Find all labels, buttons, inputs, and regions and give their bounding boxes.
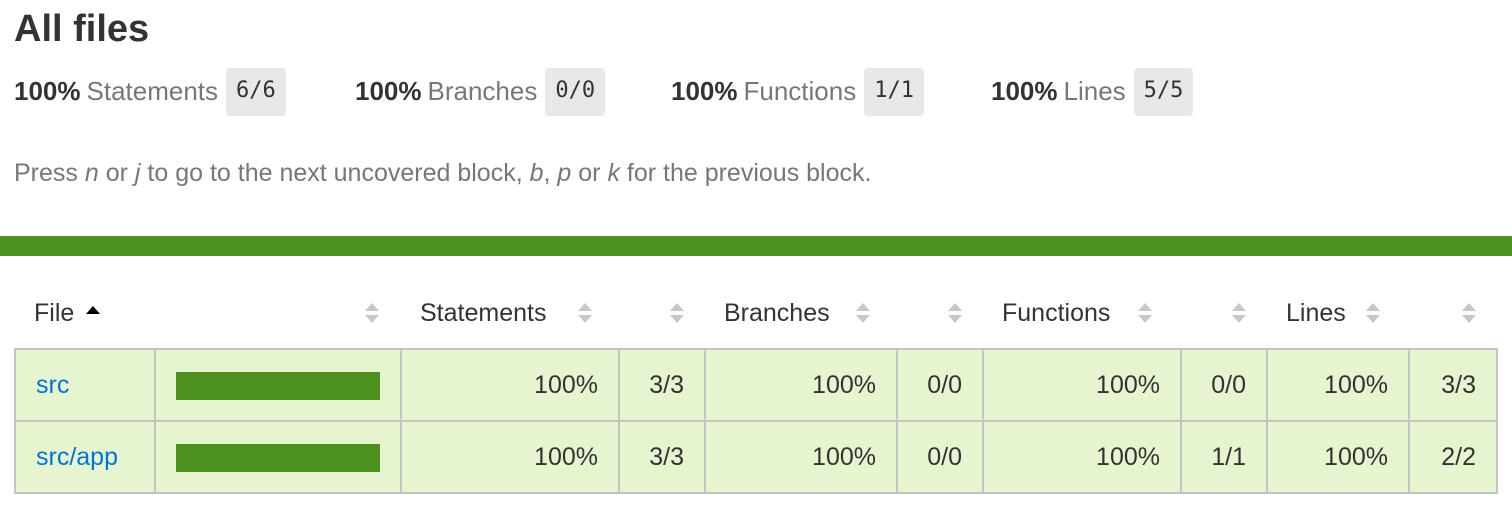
sort-ascending-icon <box>86 306 101 315</box>
key-hint: k <box>607 159 620 187</box>
file-link[interactable]: src/app <box>36 443 118 471</box>
coverage-bar-fill <box>176 444 380 472</box>
branches-pct-cell: 100% <box>704 420 898 494</box>
header-functions[interactable]: Functions <box>1002 290 1110 338</box>
sort-icon[interactable] <box>1366 302 1380 326</box>
header-branches-label: Branches <box>724 299 830 327</box>
branches-pct-cell: 100% <box>704 348 898 422</box>
summary-functions: 100% Functions 1/1 <box>671 68 924 116</box>
header-lines[interactable]: Lines <box>1286 290 1346 338</box>
sort-icon[interactable] <box>670 302 684 326</box>
help-text: or <box>571 159 608 187</box>
coverage-bar-fill <box>176 372 380 400</box>
coverage-bar <box>176 372 380 400</box>
help-text: , <box>543 159 558 187</box>
statements-frac-cell: 3/3 <box>618 348 706 422</box>
sort-icon[interactable] <box>948 302 962 326</box>
header-functions-label: Functions <box>1002 299 1111 327</box>
help-text: Press <box>14 159 85 187</box>
header-statements-label: Statements <box>420 299 547 327</box>
file-cell: src <box>14 348 156 422</box>
branches-frac-cell: 0/0 <box>896 420 984 494</box>
functions-frac-cell: 0/0 <box>1180 348 1268 422</box>
summary-lines: 100% Lines 5/5 <box>991 68 1194 116</box>
sort-icon[interactable] <box>1232 302 1246 326</box>
lines-frac-cell: 2/2 <box>1408 420 1498 494</box>
summary-percent: 100% <box>355 76 422 106</box>
header-statements[interactable]: Statements <box>420 290 546 338</box>
summary-percent: 100% <box>991 76 1058 106</box>
summary-percent: 100% <box>671 76 738 106</box>
coverage-bar-cell <box>154 348 402 422</box>
summary-branches: 100% Branches 0/0 <box>355 68 606 116</box>
summary-fraction: 6/6 <box>226 68 286 116</box>
summary-label: Statements <box>86 76 219 106</box>
file-cell: src/app <box>14 420 156 494</box>
page-title: All files <box>14 8 150 50</box>
statements-frac-cell: 3/3 <box>618 420 706 494</box>
statements-pct-cell: 100% <box>400 420 620 494</box>
sort-icon[interactable] <box>365 302 379 326</box>
file-link[interactable]: src <box>36 371 69 399</box>
coverage-bar-cell <box>154 420 402 494</box>
key-hint: p <box>557 159 572 187</box>
help-text: or <box>98 159 135 187</box>
help-text: to go to the next uncovered block, <box>140 159 530 187</box>
summary-statements: 100% Statements 6/6 <box>14 68 286 116</box>
key-hint: b <box>529 159 544 187</box>
summary-label: Functions <box>743 76 857 106</box>
sort-icon[interactable] <box>1138 302 1152 326</box>
statements-pct-cell: 100% <box>400 348 620 422</box>
functions-pct-cell: 100% <box>982 348 1182 422</box>
coverage-status-bar <box>0 236 1512 256</box>
key-hint: n <box>84 159 99 187</box>
summary-fraction: 5/5 <box>1133 68 1194 116</box>
summary-fraction: 0/0 <box>545 68 606 116</box>
sort-icon[interactable] <box>856 302 870 326</box>
functions-pct-cell: 100% <box>982 420 1182 494</box>
header-branches[interactable]: Branches <box>724 290 830 338</box>
lines-pct-cell: 100% <box>1266 348 1410 422</box>
branches-frac-cell: 0/0 <box>896 348 984 422</box>
table-row: src/app 100% 3/3 100% 0/0 100% 1/1 100% … <box>14 420 1498 494</box>
sort-icon[interactable] <box>1462 302 1476 326</box>
summary-label: Lines <box>1063 76 1126 106</box>
lines-frac-cell: 3/3 <box>1408 348 1498 422</box>
help-text: for the previous block. <box>619 159 872 187</box>
summary-fraction: 1/1 <box>864 68 924 116</box>
functions-frac-cell: 1/1 <box>1180 420 1268 494</box>
header-file[interactable]: File <box>34 290 101 338</box>
sort-icon[interactable] <box>578 302 592 326</box>
lines-pct-cell: 100% <box>1266 420 1410 494</box>
table-row: src 100% 3/3 100% 0/0 100% 0/0 100% 3/3 <box>14 348 1498 422</box>
header-file-label: File <box>34 299 75 327</box>
table-header: File Statements Branches Functions Lines <box>14 290 1498 338</box>
coverage-bar <box>176 444 380 472</box>
summary-label: Branches <box>427 76 538 106</box>
summary-percent: 100% <box>14 76 81 106</box>
header-lines-label: Lines <box>1286 299 1346 327</box>
keyboard-help-text: Press n or j to go to the next uncovered… <box>14 155 871 191</box>
